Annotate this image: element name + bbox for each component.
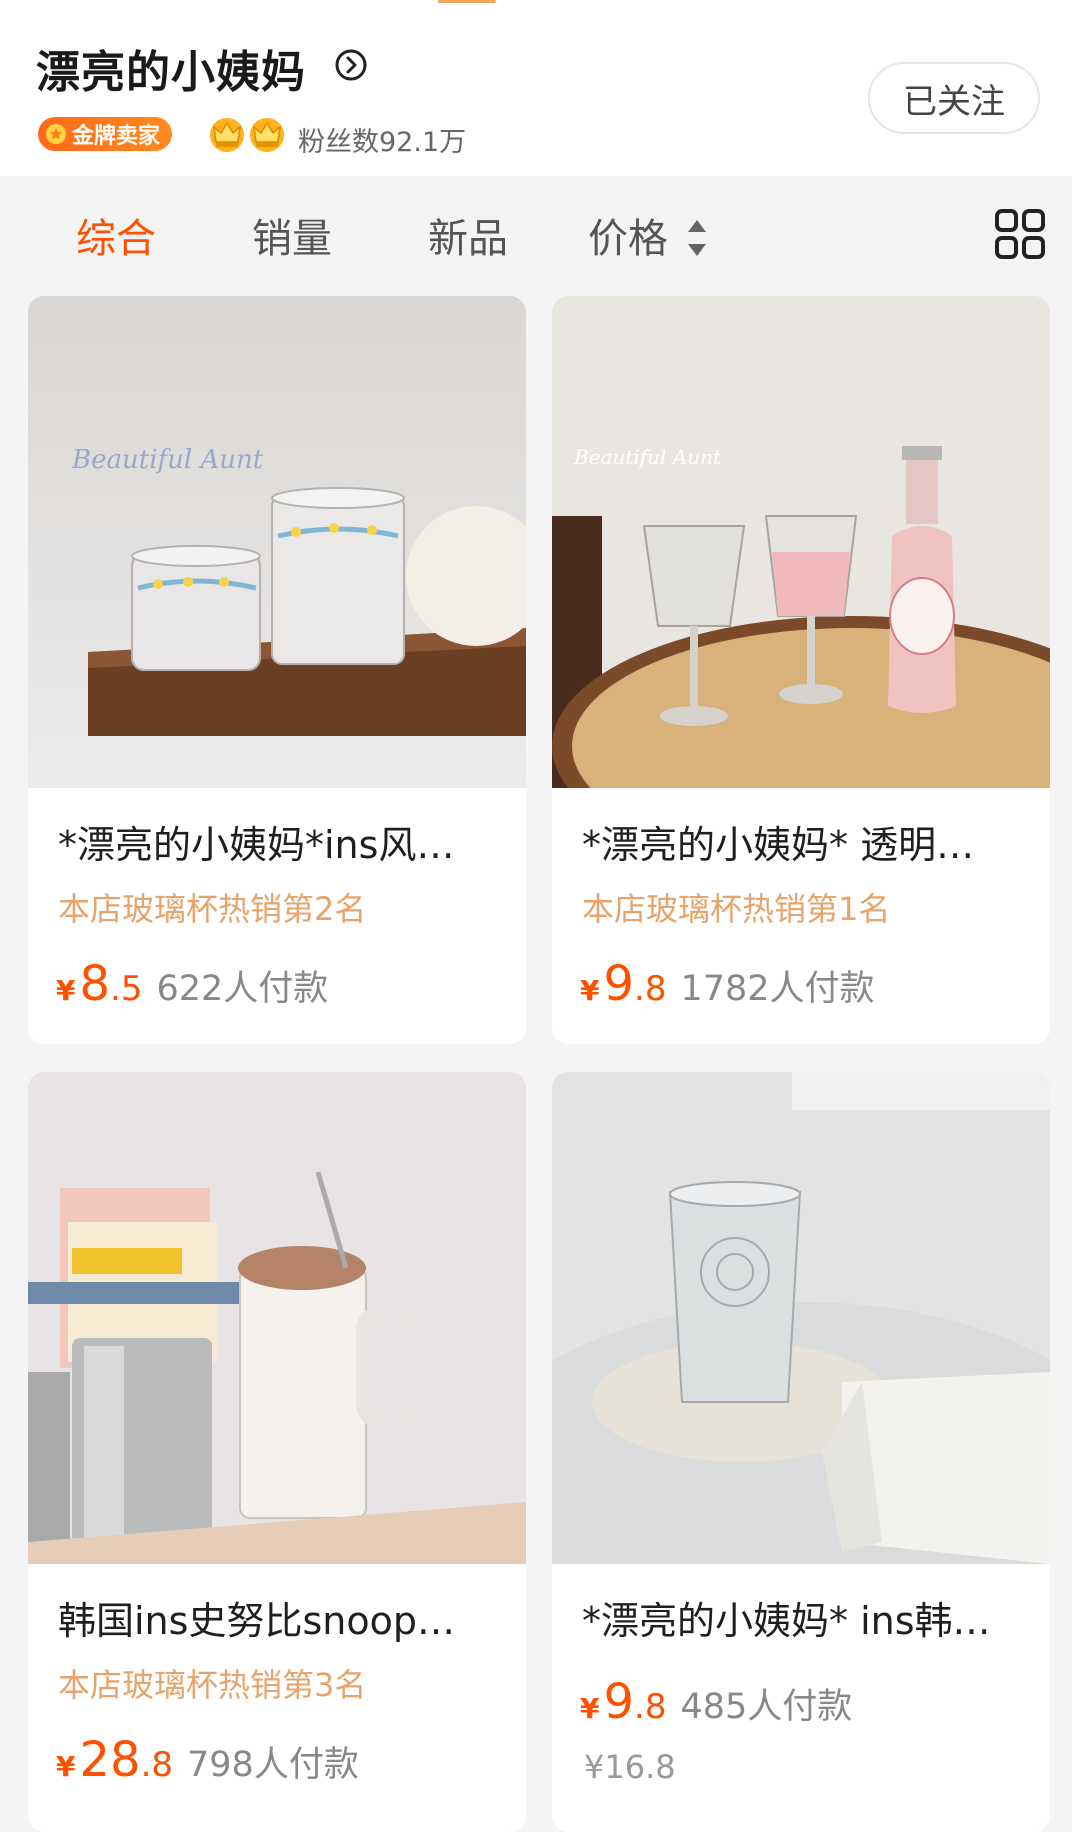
tab-price[interactable]: 价格 [588, 206, 668, 264]
payers-count: 798人付款 [187, 1745, 359, 1785]
svg-text:Beautiful Aunt: Beautiful Aunt [71, 445, 264, 475]
price-decimal: .5 [110, 969, 143, 1009]
shop-name[interactable]: 漂亮的小姨妈 [36, 36, 306, 100]
sales-rank-label: 本店玻璃杯热销第1名 [582, 890, 891, 928]
fans-count: 粉丝数92.1万 [298, 127, 467, 158]
grid-layout-icon[interactable] [994, 208, 1046, 260]
currency-symbol: ¥ [56, 1750, 76, 1783]
product-card[interactable]: Beautiful Aunt *漂亮的小姨妈* 透明… 本店玻璃杯热销第1名 ¥… [552, 296, 1050, 1044]
product-image[interactable]: Beautiful Aunt [28, 296, 526, 788]
currency-symbol: ¥ [56, 974, 76, 1007]
price-row: ¥ 9 .8 1782人付款 [580, 956, 875, 1012]
payers-count: 622人付款 [156, 969, 329, 1009]
chevron-right-circle-icon[interactable] [334, 48, 368, 82]
sales-rank-label: 本店玻璃杯热销第2名 [58, 890, 367, 928]
svg-text:Beautiful Aunt: Beautiful Aunt [573, 445, 722, 469]
currency-symbol: ¥ [580, 1692, 600, 1725]
price-decimal: .8 [634, 1687, 667, 1727]
price-row: ¥ 28 .8 798人付款 [56, 1732, 359, 1788]
crown-icon [210, 118, 244, 152]
payers-count: 485人付款 [680, 1687, 853, 1727]
price-integer: 8 [79, 956, 111, 1012]
original-price: ¥16.8 [584, 1748, 676, 1786]
price-row: ¥ 9 .8 485人付款 [580, 1674, 852, 1730]
product-image[interactable] [28, 1072, 526, 1564]
currency-symbol: ¥ [580, 974, 600, 1007]
product-title[interactable]: 韩国ins史努比snoop… [58, 1590, 498, 1645]
price-integer: 9 [603, 1674, 635, 1730]
product-card[interactable]: Beautiful Aunt *漂亮的小姨妈*ins风… 本店玻璃杯热销第2名 … [28, 296, 526, 1044]
crown-icon [250, 118, 284, 152]
product-image[interactable]: Beautiful Aunt [552, 296, 1050, 788]
product-card[interactable]: *漂亮的小姨妈* ins韩… ¥ 9 .8 485人付款 ¥16.8 [552, 1072, 1050, 1832]
sales-rank-label: 本店玻璃杯热销第3名 [58, 1666, 367, 1704]
price-decimal: .8 [634, 969, 667, 1009]
sort-bar: 综合 销量 新品 价格 [0, 176, 1072, 292]
price-integer: 28 [79, 1732, 141, 1788]
product-card[interactable]: 韩国ins史努比snoop… 本店玻璃杯热销第3名 ¥ 28 .8 798人付款 [28, 1072, 526, 1832]
product-title[interactable]: *漂亮的小姨妈*ins风… [58, 814, 498, 869]
sort-arrows-icon[interactable] [684, 216, 710, 260]
product-title[interactable]: *漂亮的小姨妈* 透明… [582, 814, 1022, 869]
product-image[interactable] [552, 1072, 1050, 1564]
price-decimal: .8 [140, 1745, 174, 1785]
follow-button[interactable]: 已关注 [868, 62, 1040, 134]
price-integer: 9 [603, 956, 635, 1012]
tab-new[interactable]: 新品 [428, 206, 508, 264]
top-indicator [438, 0, 496, 3]
tab-sales[interactable]: 销量 [252, 206, 332, 264]
medal-icon [46, 124, 66, 144]
price-row: ¥ 8 .5 622人付款 [56, 956, 328, 1012]
product-title[interactable]: *漂亮的小姨妈* ins韩… [582, 1590, 1022, 1645]
tab-comprehensive[interactable]: 综合 [76, 206, 156, 264]
shop-header: 漂亮的小姨妈 金牌卖家 粉丝数92.1万 已关注 [0, 0, 1072, 176]
crown-rating [208, 114, 286, 154]
badge-label: 金牌卖家 [72, 124, 161, 149]
payers-count: 1782人付款 [680, 969, 875, 1009]
gold-seller-badge: 金牌卖家 [38, 117, 173, 151]
